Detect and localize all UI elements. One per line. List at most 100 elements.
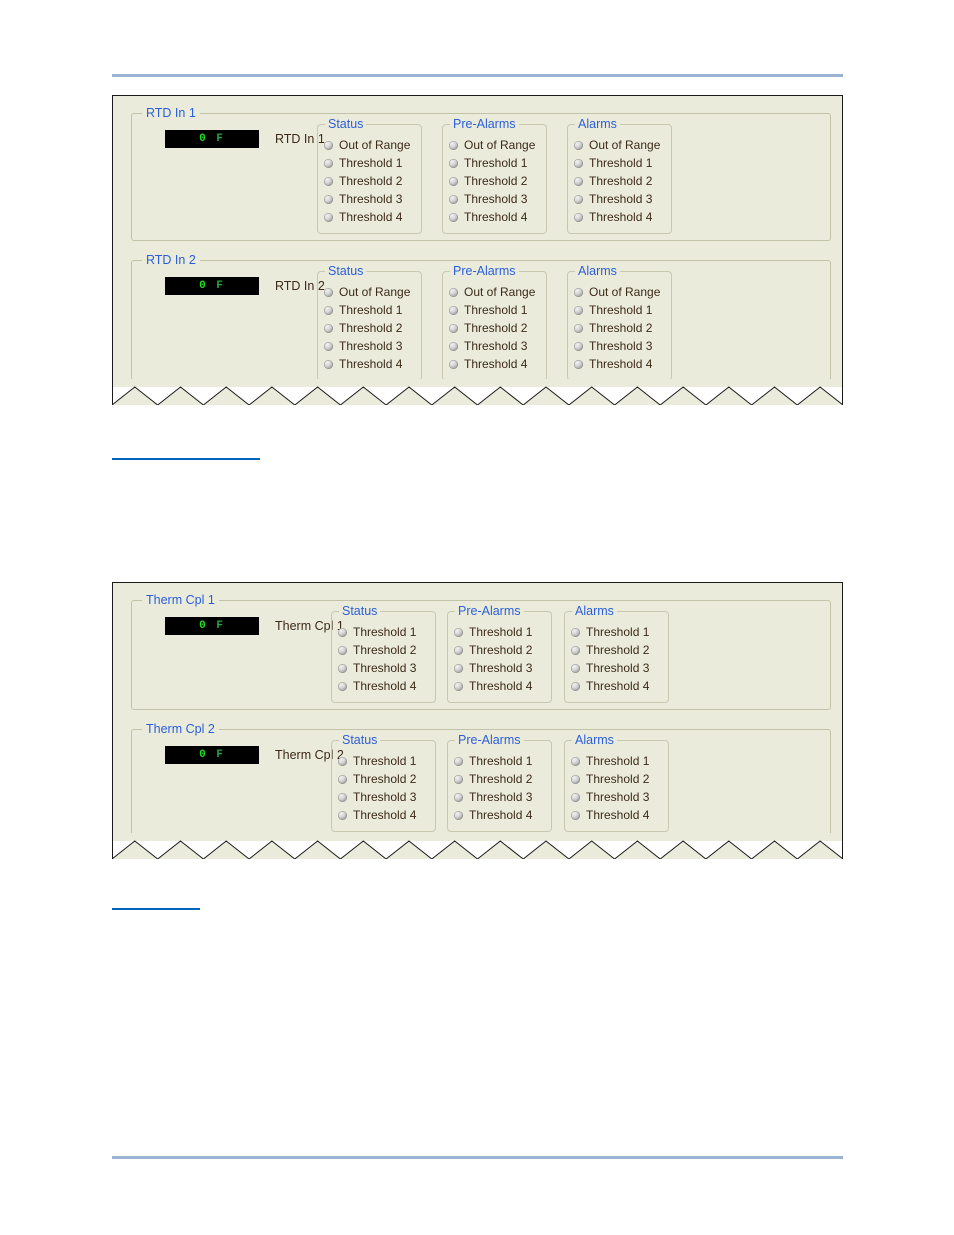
- status-led-icon: [324, 323, 333, 333]
- panel-title-status-rtd-in-2: Status: [325, 264, 367, 278]
- panel-title-status-rtd-in-1: Status: [325, 117, 367, 131]
- status-led-icon: [574, 212, 583, 222]
- led-label: Threshold 2: [586, 643, 650, 657]
- led-row[interactable]: Threshold 1: [324, 301, 417, 319]
- status-led-icon: [574, 176, 583, 186]
- led-row[interactable]: Threshold 1: [454, 623, 547, 641]
- status-led-icon: [324, 212, 333, 222]
- led-row[interactable]: Out of Range: [324, 136, 417, 154]
- led-row[interactable]: Threshold 2: [571, 770, 664, 788]
- torn-edge-thermcpl: [112, 833, 843, 859]
- led-row[interactable]: Threshold 1: [324, 154, 417, 172]
- led-label: Out of Range: [589, 285, 661, 299]
- figure-rtd-inputs: RTD In 1 0 F RTD In 1 Status Out of Rang…: [112, 95, 843, 388]
- led-row[interactable]: Threshold 4: [574, 355, 667, 373]
- led-label: Out of Range: [339, 138, 411, 152]
- led-row[interactable]: Out of Range: [574, 136, 667, 154]
- led-row[interactable]: Threshold 3: [324, 190, 417, 208]
- status-led-icon: [324, 140, 333, 150]
- led-row[interactable]: Threshold 1: [454, 752, 547, 770]
- led-label: Threshold 2: [469, 643, 533, 657]
- group-rtd-in-1: RTD In 1 0 F RTD In 1 Status Out of Rang…: [131, 106, 831, 241]
- led-row[interactable]: Threshold 1: [449, 154, 542, 172]
- caption-link-thermcpl[interactable]: [112, 896, 200, 910]
- status-led-icon: [574, 194, 583, 204]
- led-row[interactable]: Threshold 4: [449, 355, 542, 373]
- led-label: Threshold 3: [464, 339, 528, 353]
- led-row[interactable]: Threshold 3: [324, 337, 417, 355]
- status-led-icon: [454, 663, 463, 673]
- readout-therm-cpl-2: 0 F: [165, 746, 259, 764]
- led-label: Threshold 2: [464, 174, 528, 188]
- led-row[interactable]: Threshold 1: [574, 154, 667, 172]
- led-list-alarms-therm-cpl-2: Threshold 1 Threshold 2 Threshold 3 Thre…: [571, 752, 664, 824]
- led-row[interactable]: Threshold 4: [454, 677, 547, 695]
- led-row[interactable]: Threshold 2: [454, 641, 547, 659]
- led-row[interactable]: Out of Range: [449, 136, 542, 154]
- led-row[interactable]: Threshold 2: [571, 641, 664, 659]
- led-row[interactable]: Threshold 4: [571, 806, 664, 824]
- led-list-pre-alarms-therm-cpl-2: Threshold 1 Threshold 2 Threshold 3 Thre…: [454, 752, 547, 824]
- status-led-icon: [454, 810, 463, 820]
- led-row[interactable]: Threshold 1: [574, 301, 667, 319]
- led-row[interactable]: Threshold 2: [449, 319, 542, 337]
- led-row[interactable]: Threshold 3: [338, 659, 431, 677]
- panel-title-status-therm-cpl-1: Status: [339, 604, 381, 618]
- led-row[interactable]: Threshold 3: [449, 337, 542, 355]
- panel-title-pre-alarms-therm-cpl-2: Pre-Alarms: [455, 733, 524, 747]
- led-row[interactable]: Threshold 4: [324, 208, 417, 226]
- panel-alarms-rtd-in-1: Alarms Out of Range Threshold 1 Threshol…: [567, 117, 672, 234]
- status-led-icon: [454, 792, 463, 802]
- led-row[interactable]: Threshold 4: [571, 677, 664, 695]
- led-row[interactable]: Threshold 4: [454, 806, 547, 824]
- panel-pre-alarms-rtd-in-2: Pre-Alarms Out of Range Threshold 1 Thre…: [442, 264, 547, 381]
- status-led-icon: [449, 359, 458, 369]
- page-rule-top: [112, 74, 843, 77]
- led-row[interactable]: Threshold 4: [324, 355, 417, 373]
- led-row[interactable]: Threshold 2: [574, 172, 667, 190]
- led-row[interactable]: Out of Range: [449, 283, 542, 301]
- group-title-therm-cpl-2: Therm Cpl 2: [142, 722, 219, 736]
- panel-status-therm-cpl-1: Status Threshold 1 Threshold 2 Threshold…: [331, 604, 436, 703]
- led-row[interactable]: Threshold 4: [338, 806, 431, 824]
- led-row[interactable]: Threshold 3: [571, 659, 664, 677]
- led-row[interactable]: Threshold 2: [324, 319, 417, 337]
- led-label: Threshold 2: [339, 321, 403, 335]
- led-row[interactable]: Threshold 2: [338, 770, 431, 788]
- led-row[interactable]: Threshold 2: [574, 319, 667, 337]
- status-led-icon: [571, 645, 580, 655]
- led-row[interactable]: Threshold 2: [454, 770, 547, 788]
- led-row[interactable]: Threshold 1: [571, 752, 664, 770]
- led-row[interactable]: Threshold 4: [574, 208, 667, 226]
- led-row[interactable]: Threshold 3: [449, 190, 542, 208]
- led-row[interactable]: Threshold 3: [571, 788, 664, 806]
- led-row[interactable]: Threshold 3: [338, 788, 431, 806]
- led-row[interactable]: Threshold 3: [454, 788, 547, 806]
- led-row[interactable]: Out of Range: [574, 283, 667, 301]
- panel-pre-alarms-rtd-in-1: Pre-Alarms Out of Range Threshold 1 Thre…: [442, 117, 547, 234]
- readout-value-therm-cpl-1: 0: [199, 620, 208, 632]
- panel-title-alarms-therm-cpl-1: Alarms: [572, 604, 617, 618]
- status-led-icon: [338, 663, 347, 673]
- led-row[interactable]: Threshold 3: [574, 190, 667, 208]
- led-row[interactable]: Threshold 1: [338, 752, 431, 770]
- led-label: Threshold 2: [353, 643, 417, 657]
- caption-link-rtd[interactable]: [112, 446, 260, 460]
- status-led-icon: [574, 323, 583, 333]
- led-label: Threshold 4: [589, 357, 653, 371]
- led-row[interactable]: Threshold 2: [449, 172, 542, 190]
- led-row[interactable]: Threshold 1: [571, 623, 664, 641]
- led-row[interactable]: Threshold 4: [338, 677, 431, 695]
- status-led-icon: [454, 681, 463, 691]
- led-row[interactable]: Threshold 1: [338, 623, 431, 641]
- led-row[interactable]: Threshold 3: [454, 659, 547, 677]
- led-row[interactable]: Threshold 2: [324, 172, 417, 190]
- panel-pre-alarms-therm-cpl-1: Pre-Alarms Threshold 1 Threshold 2 Thres…: [447, 604, 552, 703]
- led-row[interactable]: Threshold 2: [338, 641, 431, 659]
- led-list-status-rtd-in-2: Out of Range Threshold 1 Threshold 2 Thr…: [324, 283, 417, 373]
- led-row[interactable]: Threshold 1: [449, 301, 542, 319]
- group-rtd-in-2: RTD In 2 0 F RTD In 2 Status Out of Rang…: [131, 253, 831, 388]
- led-row[interactable]: Out of Range: [324, 283, 417, 301]
- led-row[interactable]: Threshold 4: [449, 208, 542, 226]
- led-row[interactable]: Threshold 3: [574, 337, 667, 355]
